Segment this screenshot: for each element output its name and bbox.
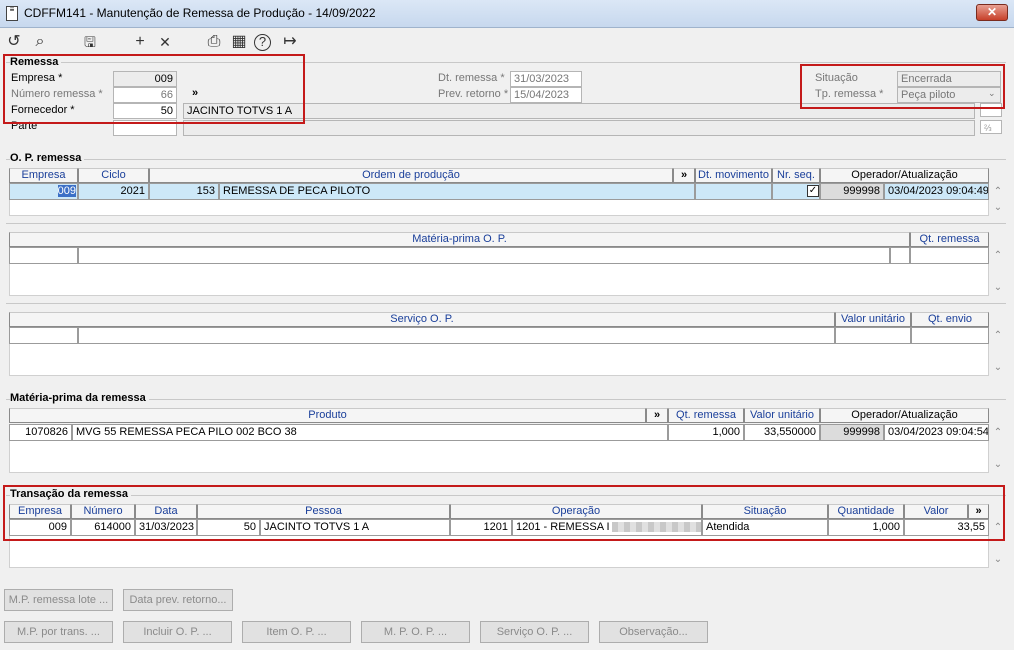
op-remessa-section-title: O. P. remessa: [10, 152, 85, 164]
mpr-cell-codigo[interactable]: 1070826: [9, 424, 72, 441]
item-op-button[interactable]: Item O. P. ...: [242, 621, 351, 643]
dt-remessa-field[interactable]: 31/03/2023: [510, 71, 582, 87]
delete-icon[interactable]: ✕: [155, 32, 175, 52]
op-header-operador[interactable]: Operador/Atualização: [820, 168, 989, 183]
servop-header-qt[interactable]: Qt. envio: [911, 312, 989, 327]
highlight-situacao: [800, 64, 1005, 109]
undo-icon[interactable]: ↺: [4, 32, 24, 52]
op-empty-row: [9, 200, 989, 216]
op-cell-dt-movimento[interactable]: [695, 183, 772, 200]
op-header-more[interactable]: »: [673, 168, 695, 183]
servop-scroll-up-icon[interactable]: ⌃: [990, 330, 1006, 341]
exit-icon[interactable]: ↦: [280, 32, 300, 52]
mpr-empty-area: [9, 441, 989, 473]
servop-scroll-down-icon[interactable]: ⌄: [990, 362, 1006, 373]
servop-cell-code[interactable]: [9, 327, 78, 344]
op-cell-operador: 999998: [820, 183, 884, 200]
servico-op-button[interactable]: Serviço O. P. ...: [480, 621, 589, 643]
dt-remessa-label: Dt. remessa *: [438, 72, 505, 84]
mpr-cell-qt[interactable]: 1,000: [668, 424, 744, 441]
op-scroll-down-icon[interactable]: ⌄: [990, 202, 1006, 213]
op-cell-empresa-value: 009: [57, 185, 76, 197]
op-header-dt-movimento[interactable]: Dt. movimento: [695, 168, 772, 183]
mpop-cell-flag[interactable]: [890, 247, 910, 264]
mpr-header-operador[interactable]: Operador/Atualização: [820, 408, 989, 423]
highlight-transacao: [3, 485, 1005, 541]
mpr-cell-produto[interactable]: MVG 55 REMESSA PECA PILO 002 BCO 38: [72, 424, 668, 441]
mp-op-button[interactable]: M. P. O. P. ...: [361, 621, 470, 643]
op-cell-empresa[interactable]: 009: [9, 183, 78, 200]
help-icon[interactable]: ?: [254, 34, 271, 51]
op-cell-atualizacao: 03/04/2023 09:04:49: [884, 183, 989, 200]
highlight-remessa: [3, 54, 305, 124]
servop-header-valor[interactable]: Valor unitário: [835, 312, 911, 327]
print-icon[interactable]: ⎙: [204, 32, 224, 52]
add-icon[interactable]: +: [130, 32, 150, 52]
mpr-cell-valor[interactable]: 33,550000: [744, 424, 820, 441]
mpr-header-produto[interactable]: Produto: [9, 408, 646, 423]
op-cell-ordem-desc[interactable]: REMESSA DE PECA PILOTO: [219, 183, 695, 200]
op-header-ciclo[interactable]: Ciclo: [78, 168, 149, 183]
mpop-scroll-up-icon[interactable]: ⌃: [990, 250, 1006, 261]
parte-lookup-button[interactable]: ⅔: [980, 120, 1002, 134]
servop-cell-valor[interactable]: [835, 327, 911, 344]
search-icon[interactable]: ⌕: [30, 32, 50, 52]
mpr-header-more[interactable]: »: [646, 408, 668, 423]
mpop-empty-area: [9, 264, 989, 296]
op-cell-ciclo[interactable]: 2021: [78, 183, 149, 200]
window-title: CDFFM141 - Manutenção de Remessa de Prod…: [24, 6, 376, 20]
mpr-cell-atualizacao: 03/04/2023 09:04:54: [884, 424, 989, 441]
op-header-nr-seq[interactable]: Nr. seq.: [772, 168, 820, 183]
observacao-button[interactable]: Observação...: [599, 621, 708, 643]
incluir-op-button[interactable]: Incluir O. P. ...: [123, 621, 232, 643]
prev-retorno-field[interactable]: 15/04/2023: [510, 87, 582, 103]
op-cell-ordem[interactable]: 153: [149, 183, 219, 200]
tr-scroll-down-icon[interactable]: ⌄: [990, 554, 1006, 565]
mpr-header-valor[interactable]: Valor unitário: [744, 408, 820, 423]
prev-retorno-label: Prev. retorno *: [438, 88, 509, 100]
mpr-header-qt[interactable]: Qt. remessa: [668, 408, 744, 423]
save-icon[interactable]: 🖫: [80, 32, 100, 52]
mpr-cell-operador: 999998: [820, 424, 884, 441]
servop-cell-qt[interactable]: [911, 327, 989, 344]
mp-remessa-lote-button[interactable]: M.P. remessa lote ...: [4, 589, 113, 611]
mp-remessa-section-title: Matéria-prima da remessa: [10, 392, 149, 404]
servop-empty-area: [9, 344, 989, 376]
mpop-header-qt[interactable]: Qt. remessa: [910, 232, 989, 247]
op-header-ordem[interactable]: Ordem de produção: [149, 168, 673, 183]
mpr-scroll-up-icon[interactable]: ⌃: [990, 427, 1006, 438]
document-icon: ≡: [6, 6, 18, 21]
op-scroll-up-icon[interactable]: ⌃: [990, 186, 1006, 197]
data-prev-retorno-button[interactable]: Data prev. retorno...: [123, 589, 233, 611]
mp-por-trans-button[interactable]: M.P. por trans. ...: [4, 621, 113, 643]
mpop-cell-desc[interactable]: [78, 247, 890, 264]
mpr-scroll-down-icon[interactable]: ⌄: [990, 459, 1006, 470]
mpop-cell-qt[interactable]: [910, 247, 989, 264]
close-button[interactable]: ✕: [976, 4, 1008, 21]
op-header-empresa[interactable]: Empresa: [9, 168, 78, 183]
mpop-header-materia[interactable]: Matéria-prima O. P.: [9, 232, 910, 247]
mpop-scroll-down-icon[interactable]: ⌄: [990, 282, 1006, 293]
nr-seq-checkbox[interactable]: ✓: [807, 185, 819, 197]
calendar-icon[interactable]: ▦: [229, 32, 249, 52]
mpop-cell-code[interactable]: [9, 247, 78, 264]
servop-header-servico[interactable]: Serviço O. P.: [9, 312, 835, 327]
servop-cell-desc[interactable]: [78, 327, 835, 344]
